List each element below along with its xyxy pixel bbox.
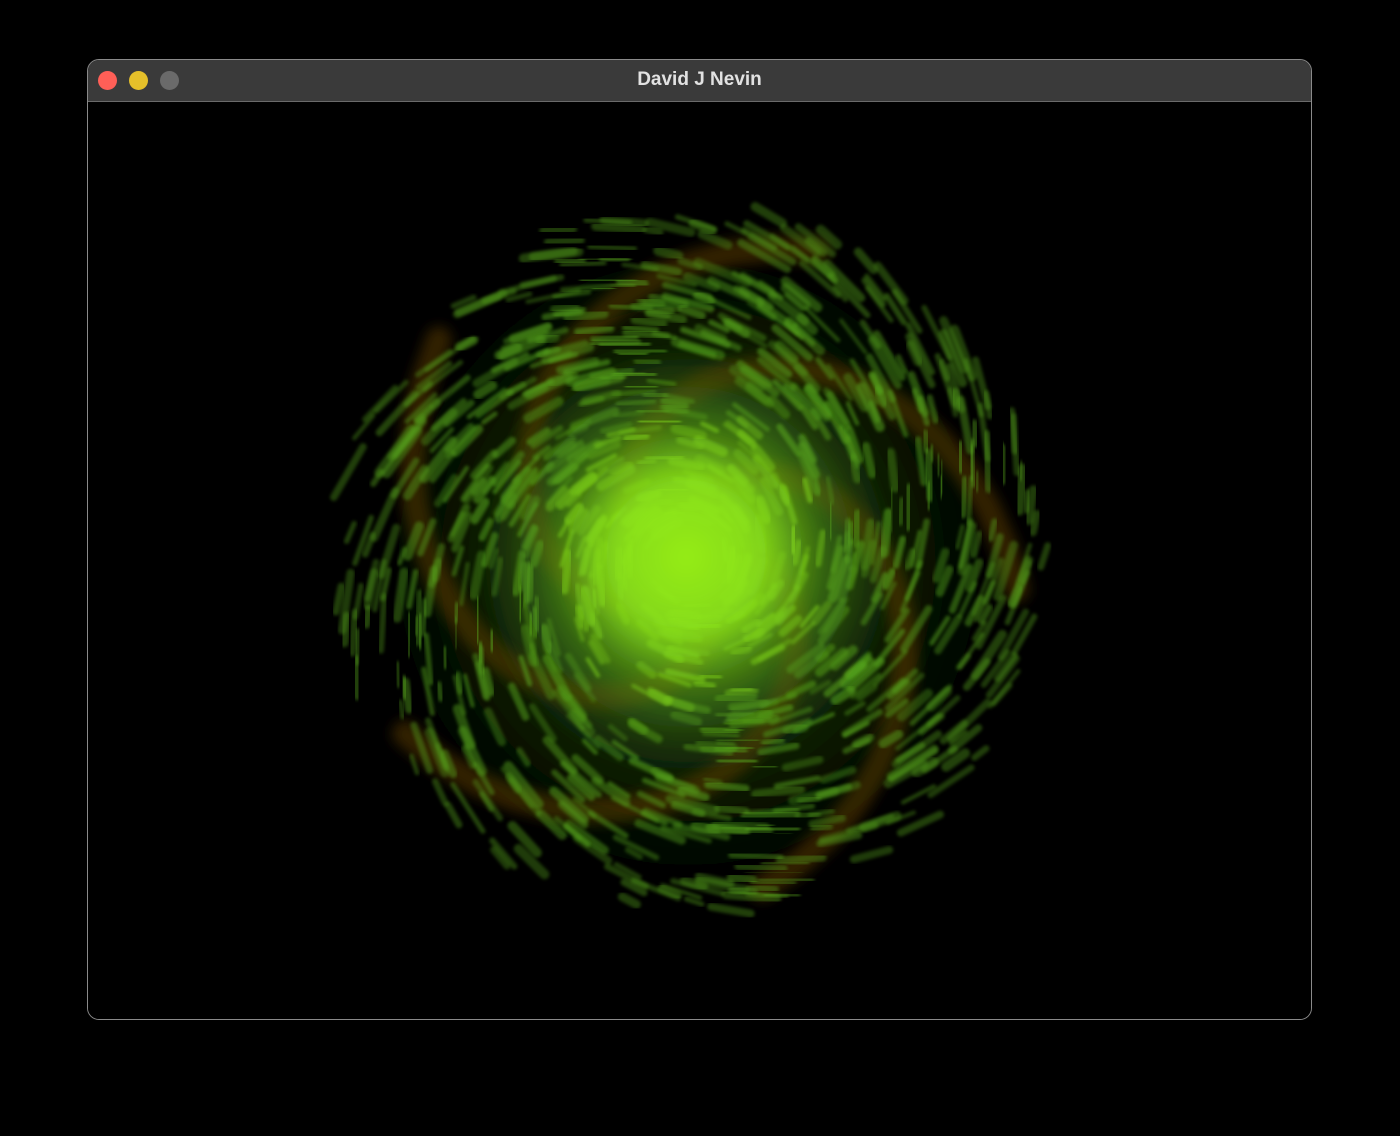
arm-streak (974, 470, 981, 493)
arm-streak (775, 853, 827, 865)
arm-streak (442, 645, 448, 670)
arm-streak (435, 681, 445, 702)
arm-streak (982, 390, 993, 420)
arm-streak (920, 429, 932, 454)
arm-streak (395, 661, 401, 689)
arm-streak (539, 224, 578, 236)
arm-streak (968, 443, 976, 481)
arm-streak (591, 221, 647, 235)
arm-streak (751, 784, 806, 799)
arm-streak (745, 823, 801, 835)
arm-streak (559, 260, 607, 268)
arm-streak (752, 761, 778, 772)
arm-streak (982, 430, 994, 494)
arm-streak (728, 851, 784, 861)
galaxy-core (476, 342, 896, 772)
arm-streak (630, 316, 668, 328)
arm-streak (757, 875, 815, 884)
arm-streak (339, 611, 352, 648)
arm-streak (552, 308, 583, 318)
arm-streak (763, 891, 801, 900)
arm-streak (377, 593, 388, 654)
arm-streak (744, 807, 800, 816)
arm-streak (726, 872, 758, 886)
arm-streak (353, 628, 362, 666)
arm-streak (922, 448, 936, 503)
arm-streak (574, 325, 615, 336)
arm-streak (959, 475, 970, 519)
arm-streak (454, 671, 464, 695)
arm-streak (885, 447, 900, 493)
arm-streak (644, 309, 671, 320)
arm-streak (587, 244, 638, 251)
arm-streak (704, 780, 750, 793)
arm-streak (430, 558, 444, 583)
arm-streak (362, 604, 373, 629)
arm-streak (332, 582, 345, 616)
title-bar[interactable]: David J Nevin (88, 60, 1311, 102)
app-window: David J Nevin (87, 59, 1312, 1020)
arm-streak (934, 453, 942, 478)
arm-streak (622, 329, 671, 340)
arm-streak (734, 862, 788, 873)
arm-streak (554, 257, 587, 265)
arm-streak (1024, 485, 1038, 526)
arm-streak (902, 483, 914, 532)
arm-streak (543, 235, 585, 247)
arm-streak (955, 440, 966, 474)
arm-streak (929, 444, 935, 463)
arm-streak (987, 518, 998, 542)
arm-streak (583, 217, 633, 226)
arm-streak (1037, 542, 1052, 571)
arm-streak (653, 245, 684, 261)
arm-streak (939, 459, 945, 495)
arm-streak (406, 611, 412, 658)
arm-streak (397, 699, 406, 720)
arm-streak (746, 883, 780, 894)
render-canvas (88, 102, 1311, 1019)
arm-streak (473, 596, 483, 645)
arm-streak (590, 336, 642, 348)
arm-streak (642, 225, 664, 237)
arm-streak (896, 496, 906, 526)
spiral-galaxy-graphic (330, 199, 1052, 929)
arm-streak (476, 641, 485, 665)
arm-streak (615, 276, 649, 289)
arm-streak (415, 613, 425, 651)
arm-streak (399, 675, 410, 700)
arm-streak (714, 803, 750, 816)
arm-streak (796, 794, 821, 805)
arm-streak (1014, 463, 1028, 516)
window-title: David J Nevin (637, 69, 762, 90)
arm-streak (1008, 407, 1019, 455)
